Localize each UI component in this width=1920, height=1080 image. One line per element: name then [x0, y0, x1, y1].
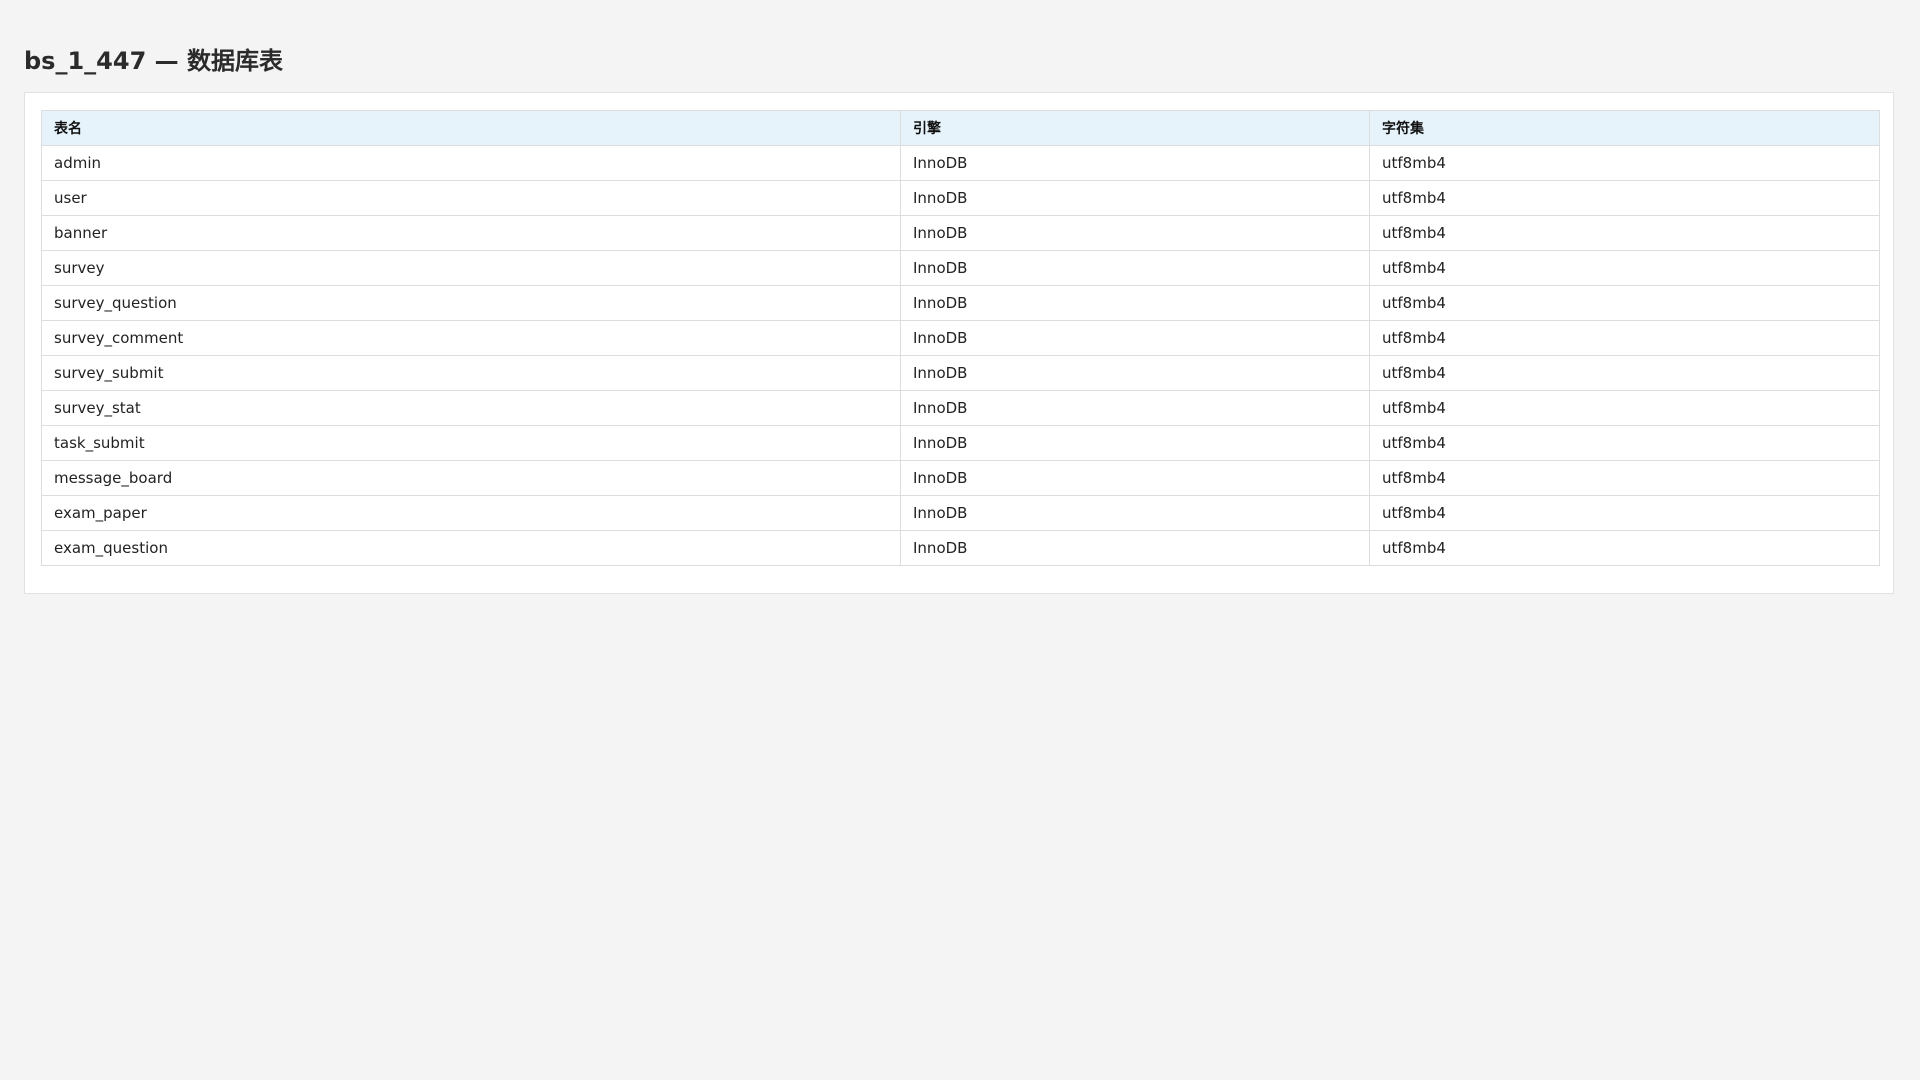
charset-cell: utf8mb4: [1369, 215, 1880, 251]
table-row: survey_submit InnoDB utf8mb4: [41, 355, 1880, 391]
engine-cell: InnoDB: [900, 145, 1370, 181]
table-row: user InnoDB utf8mb4: [41, 180, 1880, 216]
table-row: survey_stat InnoDB utf8mb4: [41, 390, 1880, 426]
table-name-cell: survey_submit: [41, 355, 901, 391]
table-header-row: 表名 引擎 字符集: [41, 110, 1880, 146]
table-name-cell: task_submit: [41, 425, 901, 461]
table-body: admin InnoDB utf8mb4 user InnoDB utf8mb4 banne…: [41, 145, 1880, 566]
engine-cell: InnoDB: [900, 250, 1370, 286]
charset-cell: utf8mb4: [1369, 355, 1880, 391]
table-name-cell: exam_question: [41, 530, 901, 566]
charset-cell: utf8mb4: [1369, 390, 1880, 426]
table-name-cell: exam_paper: [41, 495, 901, 531]
database-tables-table: 表名 引擎 字符集 admin InnoDB utf8mb4 user InnoDB ut…: [41, 110, 1880, 566]
table-row: message_board InnoDB utf8mb4: [41, 460, 1880, 496]
charset-cell: utf8mb4: [1369, 460, 1880, 496]
charset-cell: utf8mb4: [1369, 425, 1880, 461]
engine-cell: InnoDB: [900, 460, 1370, 496]
table-name-cell: banner: [41, 215, 901, 251]
column-header-charset: 字符集: [1369, 110, 1880, 146]
charset-cell: utf8mb4: [1369, 145, 1880, 181]
charset-cell: utf8mb4: [1369, 285, 1880, 321]
engine-cell: InnoDB: [900, 530, 1370, 566]
page: bs_1_447 — 数据库表 表名 引擎 字符集 admin InnoDB utf…: [0, 0, 1920, 1080]
table-row: task_submit InnoDB utf8mb4: [41, 425, 1880, 461]
engine-cell: InnoDB: [900, 285, 1370, 321]
engine-cell: InnoDB: [900, 425, 1370, 461]
table-name-cell: survey: [41, 250, 901, 286]
table-row: exam_paper InnoDB utf8mb4: [41, 495, 1880, 531]
table-name-cell: admin: [41, 145, 901, 181]
charset-cell: utf8mb4: [1369, 180, 1880, 216]
table-name-cell: survey_comment: [41, 320, 901, 356]
engine-cell: InnoDB: [900, 355, 1370, 391]
table-name-cell: survey_question: [41, 285, 901, 321]
charset-cell: utf8mb4: [1369, 320, 1880, 356]
table-row: admin InnoDB utf8mb4: [41, 145, 1880, 181]
charset-cell: utf8mb4: [1369, 250, 1880, 286]
table-row: survey InnoDB utf8mb4: [41, 250, 1880, 286]
table-row: survey_question InnoDB utf8mb4: [41, 285, 1880, 321]
table-row: banner InnoDB utf8mb4: [41, 215, 1880, 251]
table-name-cell: survey_stat: [41, 390, 901, 426]
tables-panel: 表名 引擎 字符集 admin InnoDB utf8mb4 user InnoDB ut…: [24, 92, 1894, 594]
engine-cell: InnoDB: [900, 495, 1370, 531]
engine-cell: InnoDB: [900, 180, 1370, 216]
engine-cell: InnoDB: [900, 390, 1370, 426]
table-name-cell: message_board: [41, 460, 901, 496]
page-title: bs_1_447 — 数据库表: [24, 47, 283, 75]
charset-cell: utf8mb4: [1369, 530, 1880, 566]
column-header-table-name: 表名: [41, 110, 901, 146]
column-header-engine: 引擎: [900, 110, 1370, 146]
engine-cell: InnoDB: [900, 320, 1370, 356]
table-row: exam_question InnoDB utf8mb4: [41, 530, 1880, 566]
table-row: survey_comment InnoDB utf8mb4: [41, 320, 1880, 356]
table-name-cell: user: [41, 180, 901, 216]
charset-cell: utf8mb4: [1369, 495, 1880, 531]
engine-cell: InnoDB: [900, 215, 1370, 251]
